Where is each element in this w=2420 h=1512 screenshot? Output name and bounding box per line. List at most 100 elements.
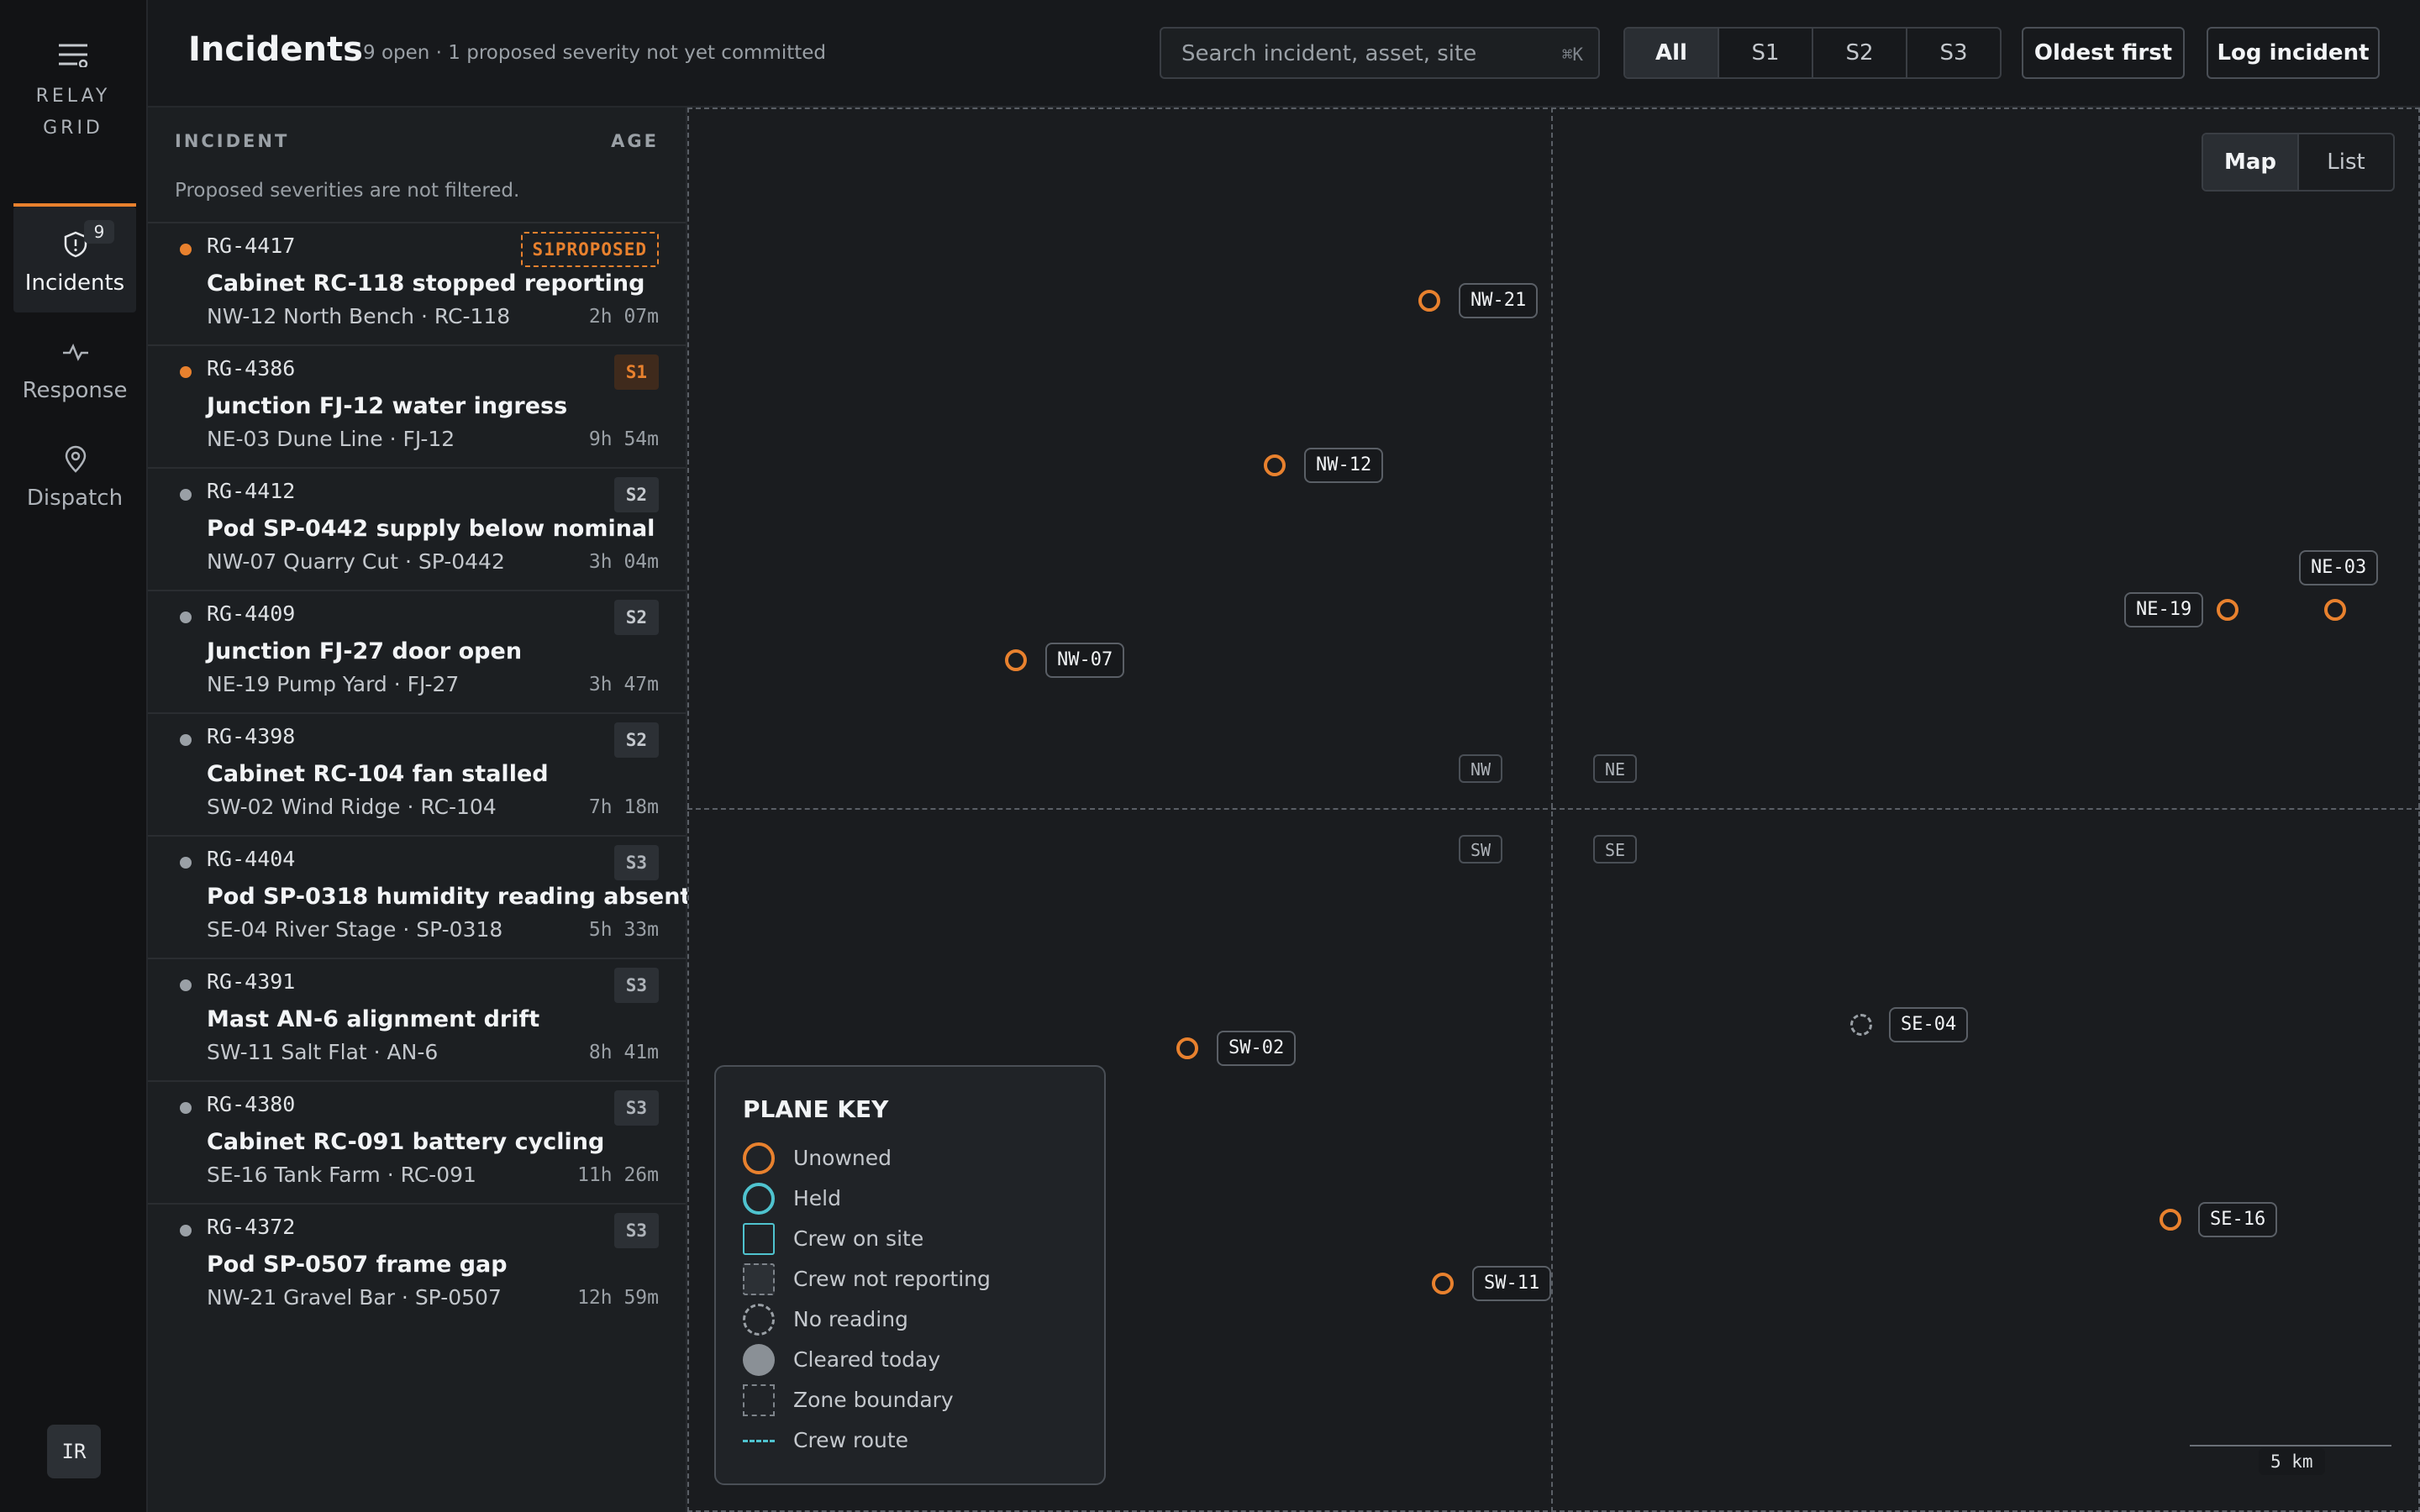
site-label[interactable]: NW-21 [1459,283,1539,318]
site-label[interactable]: SW-02 [1217,1031,1297,1066]
incident-location: SE-16 Tank Farm · RC-091 [207,1163,476,1187]
incident-row[interactable]: RG-4404 S3 Pod SP-0318 humidity reading … [148,837,691,959]
incident-list-panel: INCIDENT AGE Proposed severities are not… [148,108,691,1512]
sort-button[interactable]: Oldest first [2022,27,2185,79]
view-map-button[interactable]: Map [2203,134,2297,190]
rail-item-label: Dispatch [26,486,124,511]
incident-age: 11h 26m [577,1164,659,1186]
site-marker-sw-11[interactable] [1432,1273,1454,1294]
severity-badge: S3 [613,1213,659,1248]
site-label[interactable]: NE-03 [2299,550,2379,585]
rail-item-response[interactable]: Response [13,314,136,420]
site-marker-nw-21[interactable] [1418,290,1440,312]
severity-filter-s2[interactable]: S2 [1812,29,1906,77]
status-dot [180,979,192,991]
incident-title: Pod SP-0442 supply below nominal [207,516,655,542]
zone-label-ne: NE [1593,754,1638,783]
incident-row[interactable]: RG-4386 S1 Junction FJ-12 water ingress … [148,346,686,469]
incident-id: RG-4386 [207,356,296,381]
site-marker-se-04[interactable] [1850,1014,1872,1036]
column-header-incident: INCIDENT [175,131,290,151]
zone-boundary [687,108,2420,109]
pulse-icon [63,343,88,361]
brand-line-1: RELAY [35,86,111,107]
log-incident-button[interactable]: Log incident [2207,27,2380,79]
search-input[interactable]: Search incident, asset, site ⌘K [1160,27,1600,79]
view-toggle: Map List [2202,133,2395,192]
site-label[interactable]: SE-16 [2198,1202,2278,1237]
incident-map[interactable]: NW NE SW SE Map List NW-21 NW-12 NW-07 N… [687,108,2420,1512]
top-bar: Incidents 9 open · 1 proposed severity n… [148,0,2420,108]
legend-label: Held [793,1186,841,1210]
cleared-today-swatch [743,1344,775,1376]
status-dot [180,366,192,378]
incident-age: 2h 07m [588,306,659,328]
severity-badge: S1 [613,354,659,390]
site-label[interactable]: SW-11 [1472,1266,1552,1301]
incident-title: Junction FJ-27 door open [207,638,523,664]
incident-age: 12h 59m [577,1287,659,1309]
incident-location: SE-04 River Stage · SP-0318 [207,917,503,942]
zone-label-sw: SW [1459,835,1503,864]
incident-row[interactable]: RG-4409 S2 Junction FJ-27 door open NE-1… [148,591,686,714]
incident-row[interactable]: RG-4372 S3 Pod SP-0507 frame gap NW-21 G… [148,1205,686,1326]
proposed-severity-badge[interactable]: S1PROPOSED [520,232,659,267]
incident-age: 3h 04m [588,551,659,573]
incident-title: Pod SP-0507 frame gap [207,1252,508,1278]
site-marker-sw-02[interactable] [1176,1037,1198,1059]
view-list-button[interactable]: List [2297,134,2393,190]
incident-row[interactable]: RG-4417 S1PROPOSED Cabinet RC-118 stoppe… [148,223,686,346]
incident-age: 9h 54m [588,428,659,450]
status-dot [180,734,192,746]
site-marker-ne-03[interactable] [2324,599,2346,621]
unowned-swatch [743,1142,775,1174]
scale-bar [2190,1445,2391,1446]
legend-label: Unowned [793,1146,892,1170]
crew-not-reporting-swatch [743,1263,775,1295]
severity-value: S1 [532,239,555,260]
site-marker-ne-19[interactable] [2217,599,2238,621]
site-marker-se-16[interactable] [2160,1209,2181,1231]
legend-label: Crew not reporting [793,1267,991,1291]
incident-location: SW-02 Wind Ridge · RC-104 [207,795,497,819]
rail-item-dispatch[interactable]: Dispatch [13,422,136,528]
page-title: Incidents [188,30,363,69]
brand-logo: RELAY GRID [0,81,146,144]
site-label[interactable]: NW-12 [1304,448,1384,483]
avatar[interactable]: IR [47,1425,101,1478]
severity-filter-s1[interactable]: S1 [1718,29,1812,77]
zone-boundary-swatch [743,1384,775,1416]
incident-id: RG-4409 [207,601,296,626]
incident-id: RG-4404 [207,847,296,871]
menu-icon[interactable] [57,42,89,67]
site-marker-nw-07[interactable] [1005,649,1027,671]
incident-title: Cabinet RC-091 battery cycling [207,1129,605,1155]
incidents-count-badge: 9 [84,220,114,244]
left-rail: RELAY GRID 9 Incidents Response Dispatch… [0,0,148,1512]
incident-id: RG-4412 [207,479,296,503]
incident-location: NE-03 Dune Line · FJ-12 [207,427,455,451]
incident-row[interactable]: RG-4412 S2 Pod SP-0442 supply below nomi… [148,469,686,591]
legend-title: PLANE KEY [743,1095,889,1123]
site-label[interactable]: SE-04 [1889,1007,1969,1042]
incident-row[interactable]: RG-4391 S3 Mast AN-6 alignment drift SW-… [148,959,686,1082]
incident-title: Pod SP-0318 humidity reading absent [207,884,692,910]
incident-row[interactable]: RG-4398 S2 Cabinet RC-104 fan stalled SW… [148,714,686,837]
map-pin-icon [65,445,87,473]
incident-title: Cabinet RC-104 fan stalled [207,761,549,787]
severity-filter-all[interactable]: All [1625,29,1718,77]
site-label[interactable]: NE-19 [2124,592,2204,627]
map-legend: PLANE KEY Unowned Held Crew on site Crew… [714,1065,1106,1485]
rail-item-incidents[interactable]: 9 Incidents [13,203,136,312]
incident-row[interactable]: RG-4380 S3 Cabinet RC-091 battery cyclin… [148,1082,686,1205]
site-marker-nw-12[interactable] [1264,454,1286,476]
site-label[interactable]: NW-07 [1045,643,1125,678]
incident-age: 7h 18m [588,796,659,818]
severity-badge: S3 [613,845,659,880]
incident-id: RG-4380 [207,1092,296,1116]
no-reading-swatch [743,1304,775,1336]
incident-location: NW-12 North Bench · RC-118 [207,304,511,328]
severity-filter-s3[interactable]: S3 [1906,29,2000,77]
severity-badge: S3 [613,1090,659,1126]
scale-label: 5 km [2259,1448,2325,1475]
